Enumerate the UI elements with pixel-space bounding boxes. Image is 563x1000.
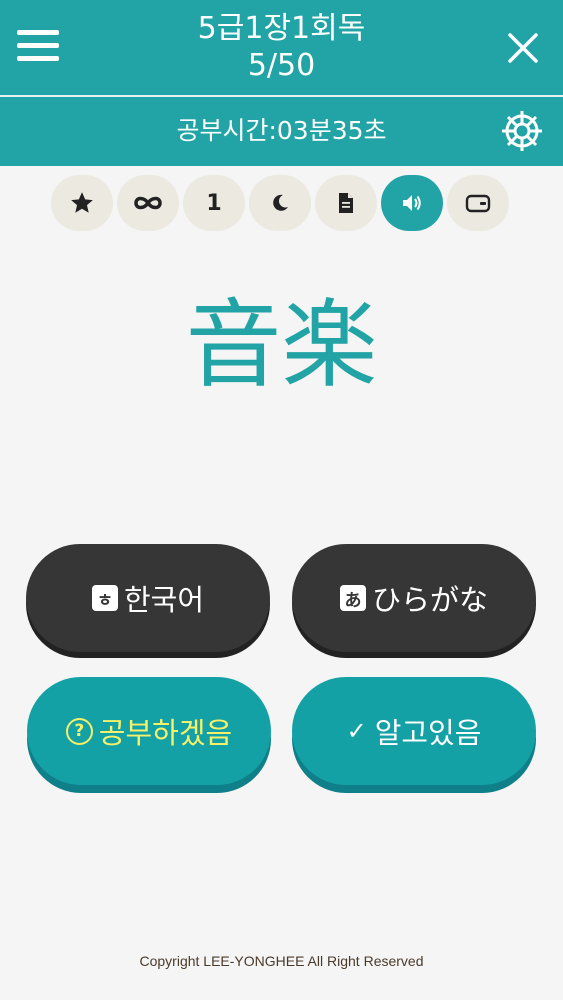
- menu-bar: [17, 30, 59, 35]
- app: 5급1장1회독 5/50 공부시간:03분35초 1 音楽 ㅎ 한국어 あ ひら…: [0, 0, 563, 1000]
- close-button[interactable]: [505, 30, 541, 66]
- sound-button[interactable]: [381, 175, 443, 231]
- know-button[interactable]: ✓ 알고있음: [292, 677, 536, 785]
- kanji-word: 音楽: [185, 289, 378, 401]
- korean-label: 한국어: [123, 583, 205, 617]
- timer-value: 03분35초: [276, 116, 387, 145]
- star-button[interactable]: [51, 175, 113, 231]
- hiragana-badge: あ: [339, 585, 366, 611]
- star-icon: [71, 192, 93, 213]
- hangul-badge: ㅎ: [91, 585, 118, 611]
- menu-button[interactable]: [17, 30, 61, 64]
- title-block: 5급1장1회독 5/50: [120, 10, 443, 84]
- study-time-bar: 공부시간:03분35초: [0, 97, 563, 166]
- settings-wheel-icon: [502, 111, 542, 151]
- settings-button[interactable]: [499, 108, 545, 154]
- document-icon: [339, 193, 353, 213]
- count-button[interactable]: 1: [183, 175, 245, 231]
- menu-bar: [17, 56, 59, 61]
- copyright-footer: Copyright LEE-YONGHEE All Right Reserved: [139, 953, 424, 969]
- progress-counter: 5/50: [247, 48, 316, 83]
- infinite-button[interactable]: [117, 175, 179, 231]
- infinity-icon: [134, 196, 162, 210]
- menu-bar: [17, 43, 59, 48]
- study-label: 공부하겠음: [98, 716, 233, 750]
- korean-button[interactable]: ㅎ 한국어: [26, 544, 270, 652]
- study-timer: 공부시간:03분35초: [100, 114, 463, 148]
- close-icon: [508, 33, 538, 63]
- page-title: 5급1장1회독: [197, 11, 366, 46]
- wallet-button[interactable]: [447, 175, 509, 231]
- moon-icon: [273, 194, 288, 211]
- speaker-icon: [403, 195, 421, 211]
- study-button[interactable]: ? 공부하겠음: [27, 677, 271, 785]
- check-icon: ✓: [346, 717, 367, 745]
- document-button[interactable]: [315, 175, 377, 231]
- header: 5급1장1회독 5/50: [0, 0, 563, 95]
- question-icon: ?: [65, 717, 93, 745]
- know-label: 알고있음: [374, 716, 482, 750]
- timer-label: 공부시간:: [176, 116, 277, 145]
- wallet-icon: [465, 194, 491, 213]
- toolbar: 1: [51, 175, 511, 231]
- hiragana-button[interactable]: あ ひらがな: [292, 544, 536, 652]
- count-label: 1: [206, 190, 222, 216]
- hiragana-label: ひらがな: [371, 583, 488, 617]
- night-mode-button[interactable]: [249, 175, 311, 231]
